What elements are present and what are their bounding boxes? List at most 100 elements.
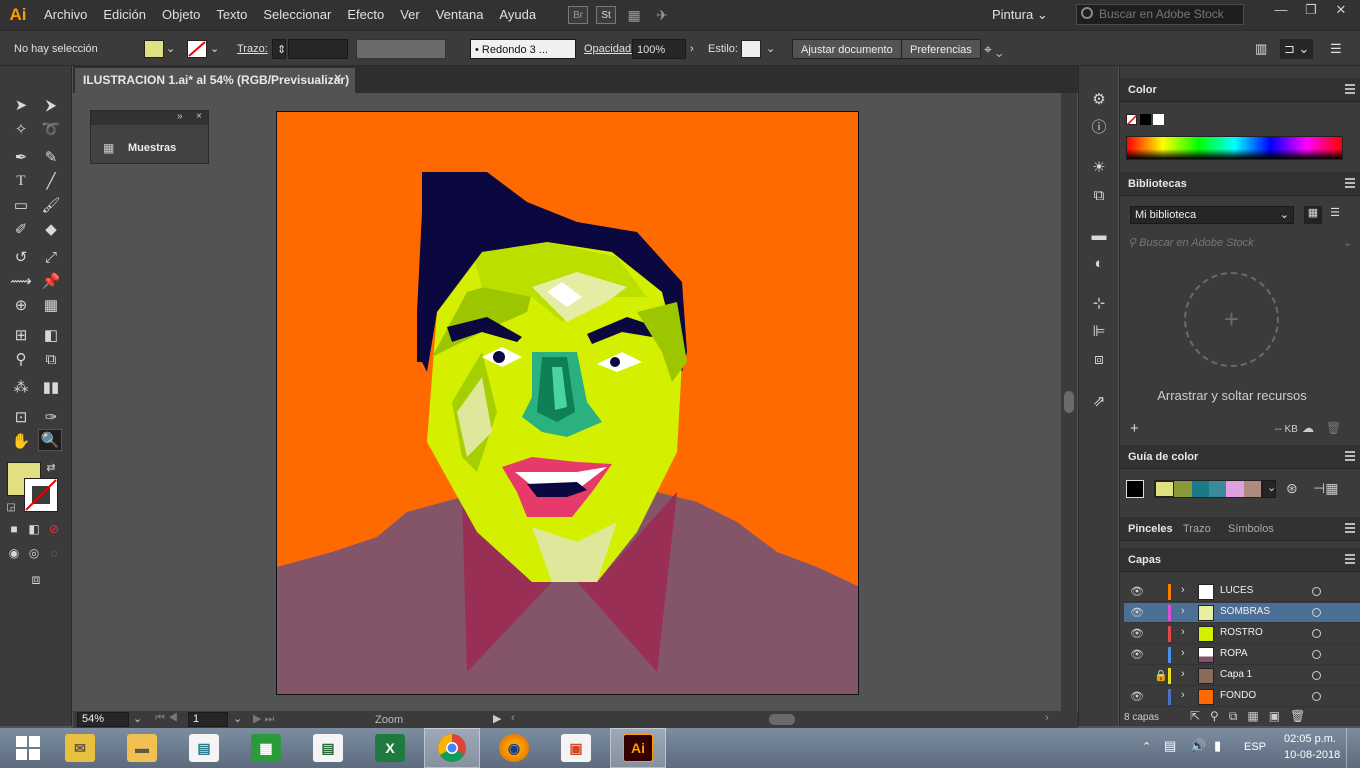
menu-archivo[interactable]: Archivo: [36, 0, 95, 30]
arrange-documents-icon[interactable]: ▦: [624, 6, 644, 24]
vertical-scrollbar[interactable]: [1061, 93, 1077, 711]
info-icon[interactable]: ⓘ: [1089, 118, 1109, 138]
menu-objeto[interactable]: Objeto: [154, 0, 208, 30]
shape-builder-tool-icon[interactable]: ⊕: [9, 294, 33, 316]
taskbar-publisher[interactable]: ▤: [176, 728, 232, 768]
panel-menu-icon[interactable]: ☰: [1330, 39, 1342, 59]
stock-search-input[interactable]: Buscar en Adobe Stock: [1076, 4, 1244, 25]
color-spectrum[interactable]: [1126, 136, 1343, 160]
eyedropper-tool-icon[interactable]: ⚲: [9, 348, 33, 370]
target-icon[interactable]: [1312, 608, 1321, 617]
shaper-tool-icon[interactable]: ✐: [9, 218, 33, 240]
status-mode[interactable]: Zoom: [375, 714, 403, 726]
chevron-down-icon[interactable]: ⌄: [210, 39, 219, 59]
layer-row[interactable]: 👁 › FONDO: [1124, 687, 1360, 707]
chevron-down-icon[interactable]: ⌄: [1262, 480, 1276, 498]
zoom-tool-icon[interactable]: 🔍: [38, 429, 62, 451]
target-icon[interactable]: [1312, 671, 1321, 680]
target-icon[interactable]: [1312, 629, 1321, 638]
workspace-switcher[interactable]: Pintura ⌄: [992, 5, 1062, 25]
close-tab-icon[interactable]: ×: [334, 70, 342, 85]
eye-icon[interactable]: 👁: [1130, 690, 1144, 703]
taskbar-chrome[interactable]: [424, 728, 480, 768]
transform-panel-icon[interactable]: ⊹: [1089, 294, 1109, 314]
panel-drag-bar[interactable]: [91, 111, 208, 125]
next-artboard-icon[interactable]: ▶ ⏭: [253, 712, 274, 726]
layer-row[interactable]: 👁 › SOMBRAS: [1124, 603, 1360, 623]
color-wheel-icon[interactable]: ⊛: [1286, 480, 1298, 497]
chevron-down-icon[interactable]: ⌄: [166, 39, 175, 59]
transparency-icon[interactable]: ◐: [1089, 254, 1109, 274]
none-mode-icon[interactable]: ⊘: [45, 520, 63, 538]
menu-ayuda[interactable]: Ayuda: [491, 0, 544, 30]
export-asset-icon[interactable]: ⧉: [1089, 186, 1109, 206]
panel-menu-icon[interactable]: [1345, 451, 1355, 461]
warp-tool-icon[interactable]: ⟿: [9, 270, 33, 292]
black-swatch[interactable]: [1140, 114, 1151, 125]
start-button[interactable]: [0, 728, 56, 768]
menu-efecto[interactable]: Efecto: [339, 0, 392, 30]
white-swatch[interactable]: [1153, 114, 1164, 125]
tab-libraries[interactable]: Bibliotecas: [1120, 172, 1195, 196]
fill-swatch[interactable]: [144, 40, 164, 58]
swap-colors-icon[interactable]: ⇄: [44, 460, 58, 474]
layer-name[interactable]: FONDO: [1220, 690, 1256, 701]
panel-menu-icon[interactable]: [1345, 523, 1355, 533]
vertical-scroll-thumb[interactable]: [1064, 391, 1074, 413]
bridge-button[interactable]: Br: [568, 6, 589, 24]
tab-pinceles[interactable]: Pinceles: [1120, 517, 1181, 541]
base-color-swatch[interactable]: [1126, 480, 1144, 498]
fit-document-button[interactable]: Ajustar documento: [792, 39, 902, 59]
volume-icon[interactable]: 🔊: [1190, 738, 1206, 754]
scale-tool-icon[interactable]: ⤢: [39, 246, 63, 268]
opacity-input[interactable]: 100%: [632, 39, 686, 59]
chevron-right-icon[interactable]: ›: [1181, 668, 1185, 680]
chevron-right-icon[interactable]: ›: [1181, 689, 1185, 701]
eye-icon[interactable]: 👁: [1130, 585, 1144, 598]
library-search-input[interactable]: ⚲ Buscar en Adobe Stock ⌄: [1128, 236, 1354, 252]
document-tab[interactable]: ILUSTRACION 1.ai* al 54% (RGB/Previsuali…: [75, 68, 355, 93]
stroke-label[interactable]: Trazo:: [237, 39, 268, 59]
stroke-stepper[interactable]: ⇕: [272, 39, 286, 59]
none-color-swatch[interactable]: [1126, 114, 1138, 126]
stroke-weight-dropdown[interactable]: [288, 39, 348, 59]
magic-wand-tool-icon[interactable]: ✧: [9, 118, 33, 140]
layer-name[interactable]: ROPA: [1220, 648, 1248, 659]
rectangle-tool-icon[interactable]: ▭: [9, 194, 33, 216]
tab-capas[interactable]: Capas: [1120, 548, 1169, 572]
puppet-warp-tool-icon[interactable]: 📌: [39, 270, 63, 292]
gradient-mode-icon[interactable]: ◧: [25, 520, 43, 538]
layer-name[interactable]: SOMBRAS: [1220, 606, 1270, 617]
chevron-down-icon[interactable]: ⌄: [233, 712, 242, 725]
taskbar-illustrator[interactable]: Ai: [610, 728, 666, 768]
slice-tool-icon[interactable]: ✑: [39, 406, 63, 428]
eye-icon[interactable]: 👁: [1130, 627, 1144, 640]
perspective-grid-tool-icon[interactable]: ▦: [39, 294, 63, 316]
lock-icon[interactable]: 🔒: [1154, 669, 1168, 682]
align-icon[interactable]: ▥: [1255, 39, 1267, 59]
harmony-swatches[interactable]: [1154, 480, 1262, 498]
delete-icon[interactable]: 🗑: [1326, 421, 1341, 435]
grid-view-icon[interactable]: ▦: [1304, 206, 1322, 224]
layers-footer-icons[interactable]: ⇱⚲⧉▦▣🗑: [1190, 709, 1315, 724]
artboard-number-input[interactable]: 1: [188, 712, 228, 727]
appearance-icon[interactable]: ☀: [1089, 158, 1109, 178]
chevron-right-icon[interactable]: ›: [1181, 584, 1185, 596]
eraser-tool-icon[interactable]: ◆: [39, 218, 63, 240]
properties-icon[interactable]: ⊐ ⌄: [1280, 39, 1314, 59]
clock-time[interactable]: 02:05 p.m.: [1284, 733, 1336, 745]
list-view-icon[interactable]: ☰: [1326, 206, 1344, 224]
language-indicator[interactable]: ESP: [1244, 741, 1266, 753]
collapse-icon[interactable]: »: [177, 111, 183, 122]
taskbar-powerpoint[interactable]: ▣: [548, 728, 604, 768]
save-group-icon[interactable]: ⊣▦: [1313, 480, 1338, 497]
lasso-tool-icon[interactable]: ➰: [39, 118, 63, 140]
gradient-tool-icon[interactable]: ◧: [39, 324, 63, 346]
pen-tool-icon[interactable]: ✒: [9, 146, 33, 168]
brush-dropdown[interactable]: • Redondo 3 ...: [470, 39, 576, 59]
add-content-icon[interactable]: +: [1130, 420, 1139, 437]
creative-cloud-icon[interactable]: ☁: [1302, 421, 1314, 435]
layer-name[interactable]: LUCES: [1220, 585, 1253, 596]
type-tool-icon[interactable]: T: [9, 170, 33, 192]
chevron-down-icon[interactable]: ⌄: [133, 712, 142, 725]
